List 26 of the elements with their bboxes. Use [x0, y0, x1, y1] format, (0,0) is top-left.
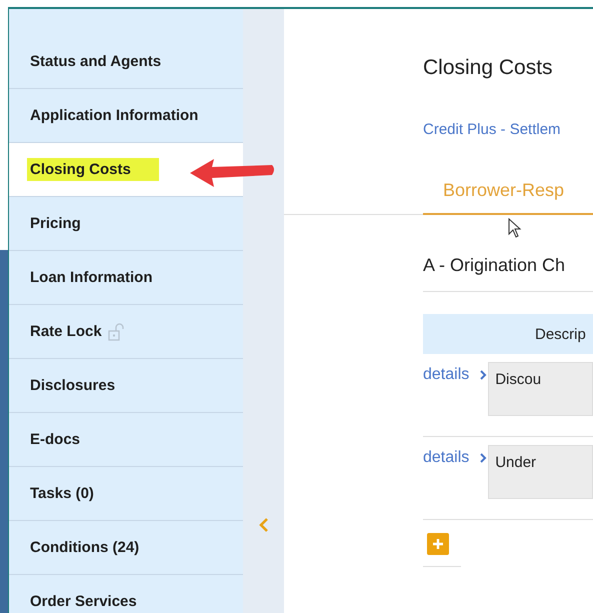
plus-icon: [432, 538, 444, 550]
sidebar-item-label: Pricing: [30, 214, 81, 234]
sidebar-item-label: Loan Information: [30, 268, 152, 288]
description-field[interactable]: Discou: [488, 362, 593, 416]
sidebar-item-label: Rate Lock: [30, 322, 102, 342]
add-button[interactable]: [427, 533, 449, 555]
chevron-right-icon: [479, 369, 488, 381]
sidebar-item-label: Disclosures: [30, 376, 116, 396]
sidebar-item-label: Closing Costs: [27, 158, 159, 181]
column-header: Descrip: [535, 326, 586, 342]
sidebar-item-label: Tasks (0): [30, 484, 94, 504]
sidebar-item-label: E-docs: [30, 430, 80, 450]
sidebar-item-label: Conditions (24): [30, 538, 140, 558]
chevron-right-icon: [479, 452, 488, 464]
description-field[interactable]: Under: [488, 445, 593, 499]
mouse-pointer-icon: [508, 218, 522, 238]
details-link[interactable]: details: [423, 449, 488, 467]
settlement-link[interactable]: Credit Plus - Settlem: [423, 121, 561, 138]
sidebar-item-label: Order Services: [30, 592, 137, 612]
padlock-icon: [108, 322, 124, 340]
page-title: Closing Costs: [423, 56, 554, 80]
sidebar-item-label: Status and Agents: [30, 52, 162, 72]
sidebar-item[interactable]: Closing Costs: [9, 143, 243, 197]
sidebar-item-label: Application Information: [30, 106, 198, 126]
details-link[interactable]: details: [423, 366, 488, 384]
collapse-chevron-icon[interactable]: [258, 517, 268, 533]
